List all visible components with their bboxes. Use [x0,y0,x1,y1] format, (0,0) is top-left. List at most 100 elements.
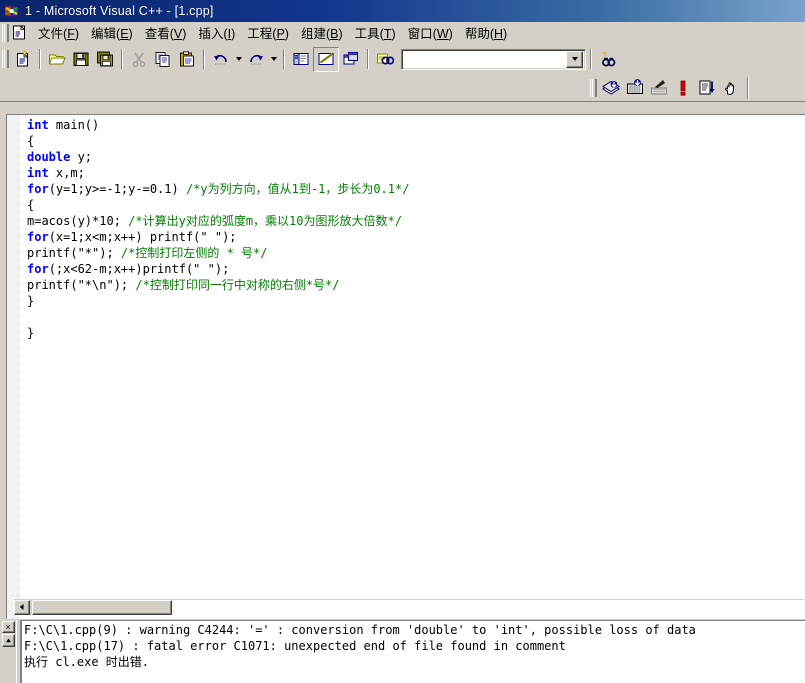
source-editor-window[interactable]: int main(){double y; int x,m; for(y=1;y>=-… [6,114,805,619]
find-in-files-icon[interactable] [373,48,397,71]
menu-item-view[interactable]: 查看(V) [139,21,193,45]
workspace-icon[interactable] [289,48,313,71]
code-line: { [27,197,805,213]
menu-item-insert-label: 插入 [198,26,224,41]
toolbar-separator [590,49,592,69]
toolbar-separator [39,49,41,69]
menu-item-view-label: 查看 [144,26,170,41]
compile-icon[interactable] [599,76,623,99]
toolbar-separator [121,49,123,69]
undo-dropdown-arrow-icon[interactable] [233,48,244,71]
editor-area: int main(){double y; int x,m; for(y=1;y>=-… [0,114,805,619]
chevron-down-icon[interactable] [566,50,583,68]
document-icon[interactable] [12,25,27,40]
menu-item-edit[interactable]: 编辑(E) [85,21,139,45]
output-window-icon[interactable] [313,46,339,72]
scroll-left-arrow-icon[interactable] [14,599,30,615]
menu-item-project[interactable]: 工程(P) [241,21,295,45]
new-text-file-icon[interactable] [11,48,35,71]
menu-bar: 文件(F) 编辑(E) 查看(V) 插入(I) 工程(P) 组建(B) 工具(T… [0,22,805,44]
menu-item-project-accel: P [276,26,285,41]
redo-icon[interactable] [244,48,268,71]
menu-item-file[interactable]: 文件(F) [32,21,85,45]
menu-item-help-accel: H [494,26,504,41]
output-line: F:\C\1.cpp(17) : fatal error C1071: unex… [24,639,566,653]
find-combo-box[interactable] [401,48,586,70]
code-text: { [27,134,35,148]
title-bar: 1 - Microsoft Visual C++ - [1.cpp] [0,0,805,22]
menu-item-file-label: 文件 [38,26,64,41]
code-line: for(y=1;y>=-1;y-=0.1) /*y为列方向，值从1到-1，步长为… [27,181,805,197]
build-toolbar [0,74,805,102]
code-keyword: for [27,262,49,276]
toolbar-separator [203,49,205,69]
undo-icon[interactable] [209,48,233,71]
hscroll-track[interactable] [172,599,804,615]
build-output-text[interactable]: F:\C\1.cpp(9) : warning C4244: '=' : con… [21,620,805,683]
hscroll-thumb[interactable] [32,599,172,615]
output-pane-controls: × [0,620,16,683]
toolbar-drag-grip[interactable] [2,50,9,68]
open-folder-icon[interactable] [45,48,69,71]
cut-scissors-icon[interactable] [127,48,151,71]
code-comment: /*y为列方向，值从1到-1，步长为0.1*/ [185,182,410,196]
menu-item-window-label: 窗口 [407,26,433,41]
code-text: } [27,294,35,308]
code-keyword: for [27,182,49,196]
code-line: for(x=1;x<m;x++) printf(" "); [27,229,805,245]
output-line: F:\C\1.cpp(9) : warning C4244: '=' : con… [24,623,696,637]
code-comment: /*控制打印同一行中对称的右侧*号*/ [135,278,340,292]
vcpp-main-window: 1 - Microsoft Visual C++ - [1.cpp] 文件(F)… [0,0,805,683]
window-title: 1 - Microsoft Visual C++ - [1.cpp] [25,4,214,18]
editor-horizontal-scrollbar[interactable] [14,599,804,615]
window-list-icon[interactable] [339,48,363,71]
execute-program-icon[interactable] [671,76,695,99]
code-keyword: int [27,118,49,132]
go-debug-icon[interactable] [695,76,719,99]
find-help-binoculars-icon[interactable]: ? [596,48,620,71]
menu-item-tools-accel: T [383,26,392,41]
scroll-up-arrow-icon[interactable] [1,634,15,647]
stop-build-icon[interactable] [647,76,671,99]
close-icon[interactable]: × [1,621,15,633]
save-all-icon[interactable] [93,48,117,71]
code-line: for(;x<62-m;x++)printf(" "); [27,261,805,277]
menu-item-view-accel: V [173,26,183,41]
save-icon[interactable] [69,48,93,71]
code-text: (y=1;y>=-1;y-=0.1) [48,182,186,196]
code-text: x,m; [48,166,85,180]
vcpp-icon [4,4,20,19]
code-text: main() [48,118,100,132]
menu-item-tools[interactable]: 工具(T) [349,21,402,45]
menu-item-build-label: 组建 [300,26,326,41]
output-line: 执行 cl.exe 时出错. [24,655,150,669]
menu-item-tools-label: 工具 [354,26,380,41]
menu-item-build-accel: B [330,26,339,41]
menu-item-edit-accel: E [120,26,129,41]
menu-item-window[interactable]: 窗口(W) [402,21,459,45]
menu-item-help[interactable]: 帮助(H) [459,21,513,45]
menu-item-build[interactable]: 组建(B) [295,21,349,45]
menu-item-insert[interactable]: 插入(I) [192,21,241,45]
paste-icon[interactable] [175,48,199,71]
build-toolbar-drag-grip[interactable] [590,78,597,97]
code-text: m=acos(y)*10; [27,214,129,228]
source-code-text[interactable]: int main(){double y; int x,m; for(y=1;y>=-… [27,117,805,619]
code-line: double y; [27,149,805,165]
build-icon[interactable] [623,76,647,99]
toolbar-separator [367,49,369,69]
code-line: printf("*"); /*控制打印左侧的 * 号*/ [27,245,805,261]
copy-icon[interactable] [151,48,175,71]
code-keyword: int [27,166,49,180]
code-text: printf("*\n"); [27,278,136,292]
code-comment: /*控制打印左侧的 * 号*/ [120,246,268,260]
menubar-drag-grip[interactable] [2,23,9,42]
code-text: } [27,326,35,340]
insert-remove-breakpoint-icon[interactable] [719,76,743,99]
code-keyword: for [27,230,49,244]
redo-dropdown-arrow-icon[interactable] [268,48,279,71]
editor-selection-margin[interactable] [7,115,20,619]
toolbar-separator [283,49,285,69]
code-text: (x=1;x<m;x++) printf(" "); [48,230,237,244]
